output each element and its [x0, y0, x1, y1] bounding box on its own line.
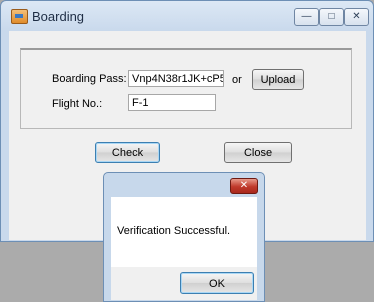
title-bar[interactable]: Boarding — □ ✕ — [1, 1, 373, 31]
close-form-button[interactable]: Close — [224, 142, 292, 163]
dialog-message: Verification Successful. — [117, 225, 231, 237]
flight-no-label: Flight No.: — [52, 98, 103, 110]
message-dialog: ✕ Verification Successful. OK — [103, 172, 265, 302]
boarding-pass-input[interactable]: Vnp4N38r1JK+cP5 — [128, 70, 224, 87]
upload-button[interactable]: Upload — [252, 69, 304, 90]
maximize-button[interactable]: □ — [319, 8, 344, 26]
dialog-footer: OK — [111, 267, 257, 300]
ok-button[interactable]: OK — [180, 272, 254, 294]
close-button[interactable]: ✕ — [344, 8, 369, 26]
dialog-body: Verification Successful. — [111, 197, 257, 267]
dialog-close-button[interactable]: ✕ — [230, 178, 258, 194]
app-icon — [11, 9, 28, 24]
flight-no-input[interactable]: F-1 — [128, 94, 216, 111]
boarding-pass-label: Boarding Pass: — [52, 73, 127, 85]
or-label: or — [232, 74, 242, 86]
window-title: Boarding — [32, 9, 85, 24]
minimize-button[interactable]: — — [294, 8, 319, 26]
check-button[interactable]: Check — [95, 142, 160, 163]
